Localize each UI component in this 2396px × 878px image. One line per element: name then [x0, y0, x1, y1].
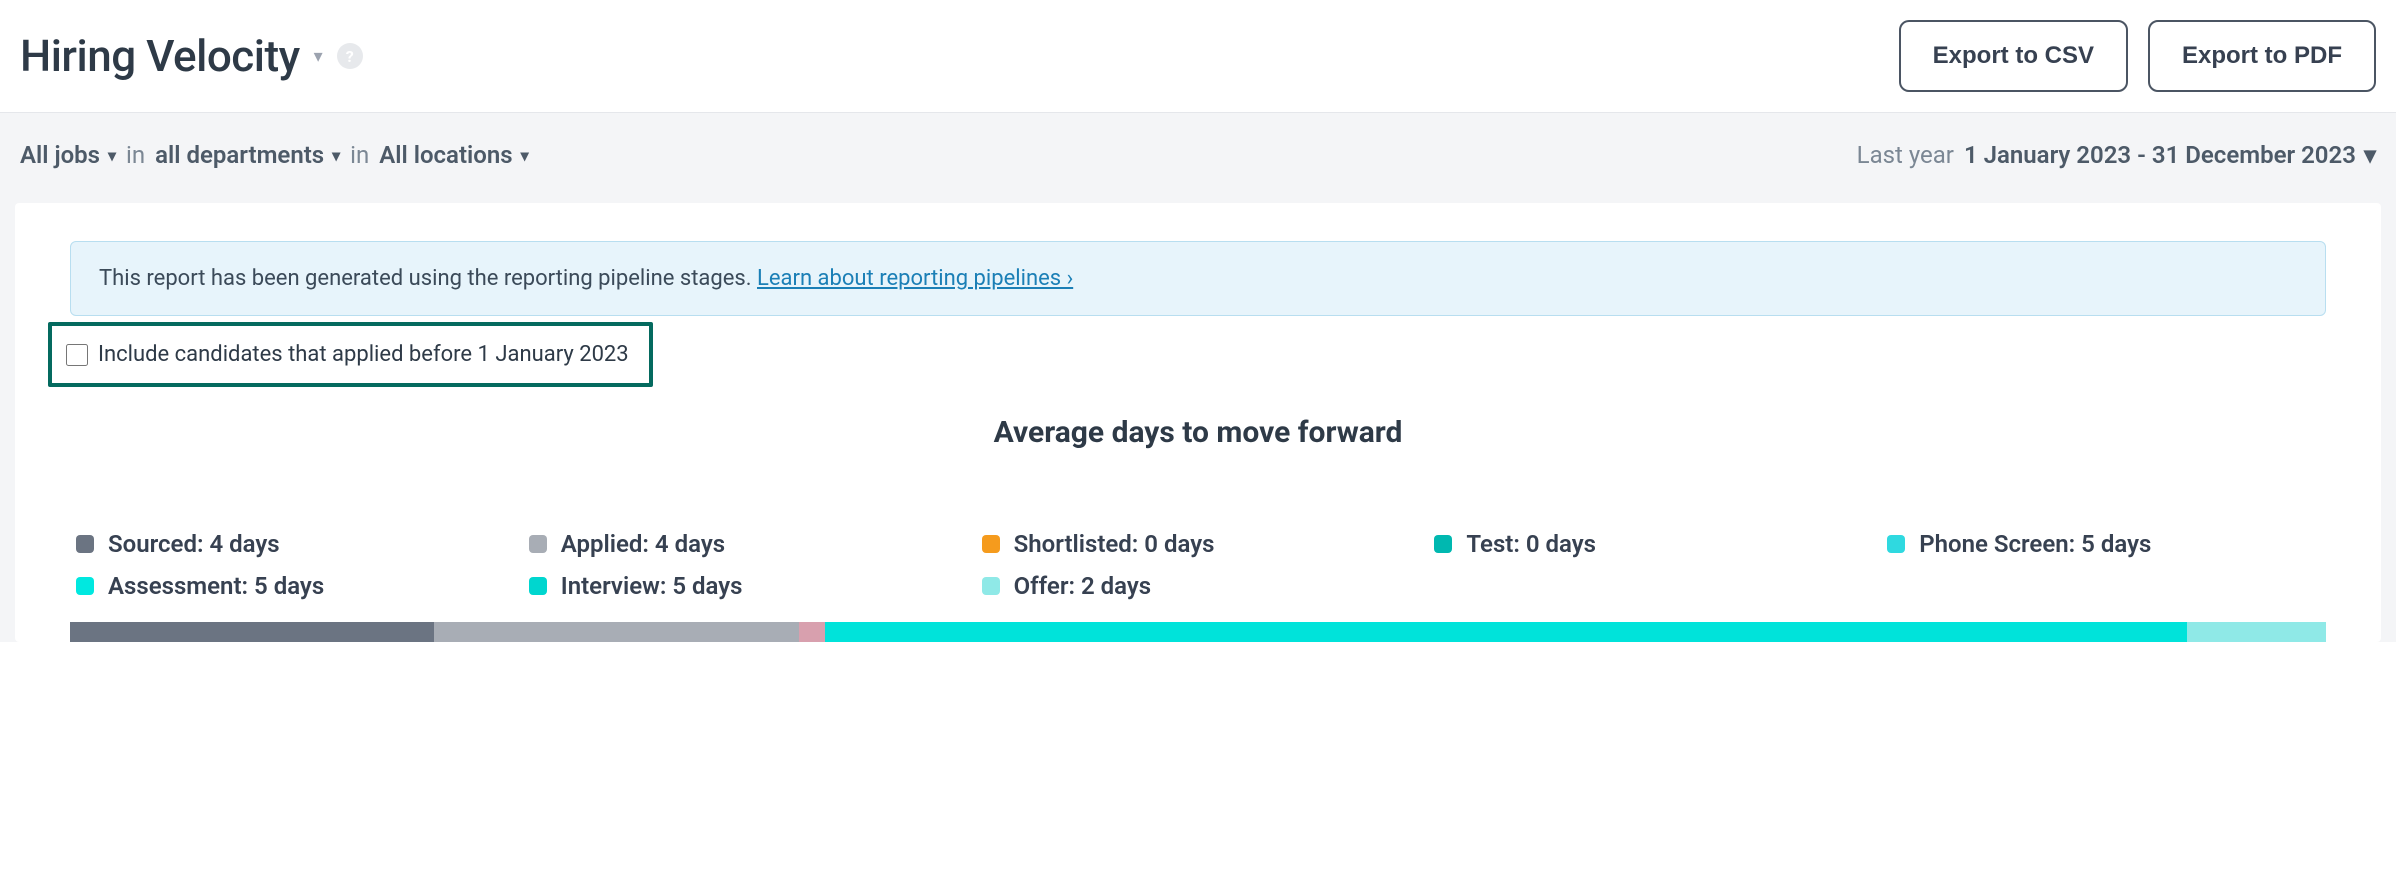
chart-legend: Sourced: 4 days Applied: 4 days Shortliste…: [70, 530, 2326, 618]
legend-label: Shortlisted: 0 days: [1014, 530, 1215, 558]
title-group: Hiring Velocity ▾ ?: [20, 30, 363, 82]
page-header: Hiring Velocity ▾ ? Export to CSV Export…: [0, 0, 2396, 113]
bar-segment: [434, 622, 798, 642]
title-chevron-down-icon[interactable]: ▾: [314, 46, 323, 67]
help-icon[interactable]: ?: [337, 43, 363, 69]
filter-left: All jobs ▾ in all departments ▾ in All l…: [20, 141, 529, 169]
jobs-filter-label: All jobs: [20, 141, 100, 169]
chevron-down-icon: ▾: [108, 146, 116, 165]
legend-label: Applied: 4 days: [561, 530, 725, 558]
chevron-down-icon: ▾: [332, 146, 340, 165]
legend-label: Sourced: 4 days: [108, 530, 280, 558]
include-before-date-checkbox[interactable]: [66, 344, 88, 366]
legend-swatch: [529, 535, 547, 553]
learn-more-link[interactable]: Learn about reporting pipelines ›: [757, 266, 1073, 291]
legend-item[interactable]: Test: 0 days: [1434, 530, 1867, 558]
bar-segment: [2187, 622, 2326, 642]
legend-swatch: [982, 577, 1000, 595]
period-label: Last year: [1857, 141, 1954, 169]
export-buttons: Export to CSV Export to PDF: [1899, 20, 2376, 92]
filter-right: Last year 1 January 2023 - 31 December 2…: [1857, 141, 2376, 169]
export-csv-button[interactable]: Export to CSV: [1899, 20, 2128, 92]
legend-item[interactable]: Assessment: 5 days: [76, 572, 509, 600]
departments-filter-label: all departments: [155, 141, 324, 169]
legend-swatch: [982, 535, 1000, 553]
legend-swatch: [529, 577, 547, 595]
legend-swatch: [76, 577, 94, 595]
jobs-filter[interactable]: All jobs ▾: [20, 141, 116, 169]
legend-label: Phone Screen: 5 days: [1919, 530, 2151, 558]
departments-filter[interactable]: all departments ▾: [155, 141, 340, 169]
page-title: Hiring Velocity: [20, 30, 300, 82]
bar-segment: [70, 622, 434, 642]
legend-swatch: [1887, 535, 1905, 553]
legend-item[interactable]: Sourced: 4 days: [76, 530, 509, 558]
stacked-bar: [70, 622, 2326, 642]
chevron-down-icon: ▾: [2364, 141, 2376, 169]
chart-title: Average days to move forward: [70, 415, 2326, 450]
legend-item[interactable]: Interview: 5 days: [529, 572, 962, 600]
date-range-filter[interactable]: 1 January 2023 - 31 December 2023 ▾: [1964, 141, 2376, 169]
date-range-text: 1 January 2023 - 31 December 2023: [1964, 141, 2356, 169]
info-banner-text: This report has been generated using the…: [99, 266, 757, 291]
locations-filter[interactable]: All locations ▾: [379, 141, 528, 169]
content-area: This report has been generated using the…: [0, 203, 2396, 642]
bar-segment: [825, 622, 2187, 642]
legend-label: Test: 0 days: [1466, 530, 1596, 558]
report-card: This report has been generated using the…: [15, 203, 2381, 642]
legend-label: Interview: 5 days: [561, 572, 743, 600]
legend-item[interactable]: Shortlisted: 0 days: [982, 530, 1415, 558]
info-banner: This report has been generated using the…: [70, 241, 2326, 316]
filter-text-in: in: [350, 141, 369, 169]
filter-bar: All jobs ▾ in all departments ▾ in All l…: [0, 113, 2396, 203]
legend-swatch: [76, 535, 94, 553]
legend-item[interactable]: Offer: 2 days: [982, 572, 1415, 600]
legend-swatch: [1434, 535, 1452, 553]
chevron-down-icon: ▾: [521, 146, 529, 165]
include-before-date-row: Include candidates that applied before 1…: [48, 322, 653, 387]
include-before-date-label: Include candidates that applied before 1…: [98, 342, 629, 367]
legend-item[interactable]: Applied: 4 days: [529, 530, 962, 558]
bar-segment: [799, 622, 825, 642]
export-pdf-button[interactable]: Export to PDF: [2148, 20, 2376, 92]
legend-label: Offer: 2 days: [1014, 572, 1152, 600]
legend-item[interactable]: Phone Screen: 5 days: [1887, 530, 2320, 558]
legend-label: Assessment: 5 days: [108, 572, 324, 600]
filter-text-in: in: [126, 141, 145, 169]
locations-filter-label: All locations: [379, 141, 512, 169]
